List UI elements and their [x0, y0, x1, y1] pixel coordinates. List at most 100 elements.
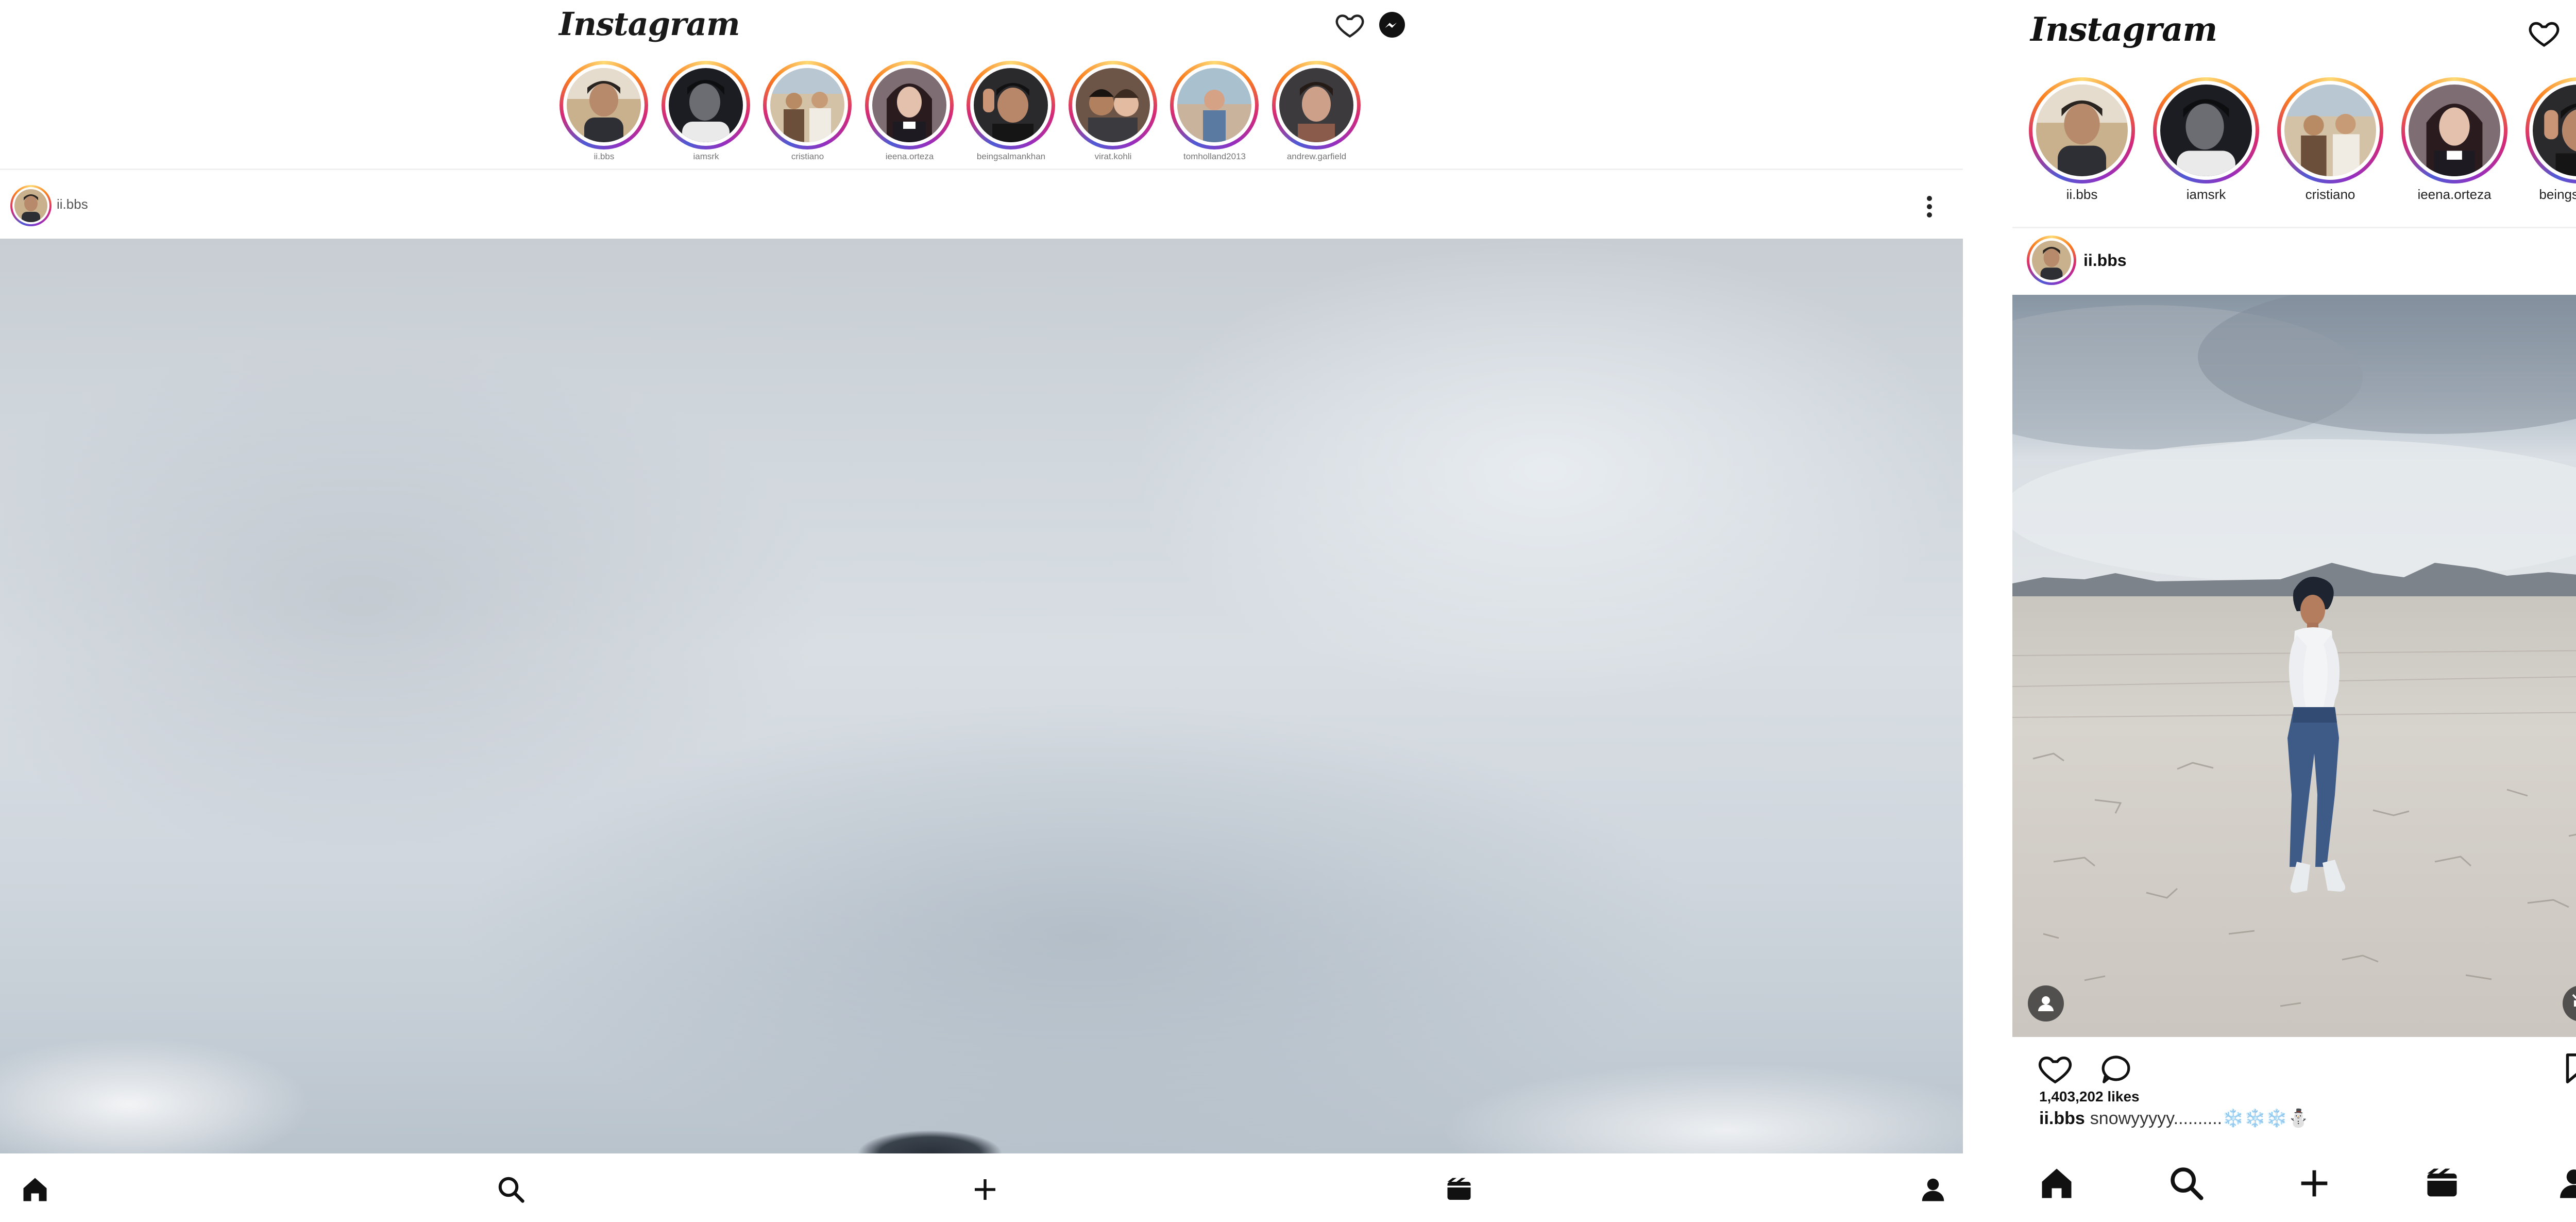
story-avatar: [2409, 85, 2500, 176]
story-avatar: [669, 68, 743, 142]
post-photo[interactable]: [2012, 295, 2576, 1037]
story-ring: [2526, 77, 2576, 183]
muted-icon[interactable]: [2563, 985, 2576, 1022]
story-ring-gap: [1072, 64, 1154, 146]
story-avatar: [974, 68, 1048, 142]
heart-icon[interactable]: [1334, 9, 1365, 40]
profile-icon[interactable]: [1918, 1174, 1948, 1205]
story-ring: [2153, 77, 2259, 183]
wide-post-header: ii.bbs: [0, 177, 1963, 239]
more-options-icon[interactable]: [1917, 191, 1942, 222]
story-ring-gap: [970, 64, 1052, 146]
post-avatar-ring[interactable]: [2027, 236, 2076, 285]
story-avatar: [770, 68, 844, 142]
story-ring: [662, 61, 750, 149]
story-item[interactable]: ii.bbs: [2029, 77, 2135, 206]
tag-user-icon[interactable]: [2028, 985, 2064, 1022]
instagram-logo[interactable]: Instagram: [559, 5, 740, 43]
wide-bottom-nav: [0, 1153, 1963, 1222]
profile-icon[interactable]: [2554, 1164, 2576, 1203]
story-ring: [2029, 77, 2135, 183]
save-icon[interactable]: [2558, 1050, 2576, 1086]
story-item[interactable]: tomholland2013: [1170, 61, 1260, 169]
story-ring-gap: [665, 64, 747, 146]
phone-feed-view: Instagram ii.bbs iamsrk cristiano ieena.…: [2012, 0, 2576, 1222]
search-icon[interactable]: [496, 1174, 527, 1205]
story-item[interactable]: cristiano: [762, 61, 853, 169]
story-avatar: [2533, 85, 2576, 176]
comment-icon[interactable]: [2098, 1050, 2134, 1086]
wide-stories-tray: ii.bbs iamsrk cristiano ieena.orteza bei…: [559, 61, 1373, 169]
story-ring-gap: [2157, 81, 2256, 180]
post-avatar-ring[interactable]: [10, 185, 52, 226]
post-username[interactable]: ii.bbs: [2083, 251, 2127, 270]
create-icon[interactable]: [970, 1174, 1001, 1205]
phone-bottom-nav: [2012, 1148, 2576, 1222]
heart-icon[interactable]: [2528, 16, 2561, 49]
story-ring-gap: [2032, 81, 2131, 180]
wide-header: Instagram ii.bbs iamsrk cristiano ieena.…: [0, 0, 1963, 170]
story-item[interactable]: iamsrk: [2153, 77, 2259, 206]
story-avatar: [2160, 85, 2252, 176]
story-item[interactable]: ii.bbs: [559, 61, 649, 169]
avatar: [2032, 241, 2071, 280]
post-photo-scene: [2012, 295, 2576, 1037]
post-photo[interactable]: [0, 239, 1963, 1153]
story-ring: [763, 61, 852, 149]
post-username[interactable]: ii.bbs: [57, 196, 88, 212]
post-actions-bar: [2012, 1037, 2576, 1094]
post-avatar-gap: [12, 187, 49, 224]
post-avatar-gap: [2029, 238, 2074, 282]
story-ring-gap: [2281, 81, 2380, 180]
story-ring-gap: [2529, 81, 2576, 180]
story-item[interactable]: cristiano: [2277, 77, 2383, 206]
story-item[interactable]: ieena.orteza: [865, 61, 955, 169]
story-ring-gap: [2405, 81, 2504, 180]
caption-emoji: ❄️❄️❄️⛄: [2222, 1109, 2310, 1128]
story-item[interactable]: virat.kohli: [1068, 61, 1158, 169]
reels-icon[interactable]: [2422, 1164, 2462, 1203]
caption-username[interactable]: ii.bbs: [2039, 1109, 2085, 1128]
story-item[interactable]: ieena.orteza: [2401, 77, 2507, 206]
story-username: ieena.orteza: [2417, 187, 2492, 202]
phone-post-header: ii.bbs: [2012, 227, 2576, 294]
story-item[interactable]: beingsalmanl: [2526, 77, 2576, 206]
story-ring: [2401, 77, 2507, 183]
story-ring-gap: [563, 64, 645, 146]
create-icon[interactable]: [2295, 1164, 2334, 1203]
instagram-logo[interactable]: Instagram: [2030, 10, 2217, 49]
story-avatar: [1279, 68, 1353, 142]
story-ring-gap: [767, 64, 848, 146]
story-ring: [560, 61, 648, 149]
story-item[interactable]: iamsrk: [661, 61, 751, 169]
story-username: ii.bbs: [2066, 187, 2098, 202]
like-icon[interactable]: [2037, 1050, 2073, 1086]
story-item[interactable]: andrew.garfield: [1272, 61, 1362, 169]
story-ring-gap: [1276, 64, 1357, 146]
post-caption: ii.bbs snowyyyyy..........❄️❄️❄️⛄: [2039, 1108, 2309, 1129]
story-username: andrew.garfield: [1286, 152, 1347, 161]
story-ring: [967, 61, 1055, 149]
caption-text: snowyyyyy..........: [2090, 1109, 2223, 1128]
wide-feed-view: Instagram ii.bbs iamsrk cristiano ieena.…: [0, 0, 1963, 1222]
story-ring-gap: [869, 64, 950, 146]
story-username: iamsrk: [2186, 187, 2226, 202]
home-icon[interactable]: [2037, 1164, 2076, 1203]
sky-highlight: [1133, 239, 1958, 702]
story-avatar: [2284, 85, 2376, 176]
story-avatar: [567, 68, 641, 142]
story-avatar: [2036, 85, 2128, 176]
story-avatar: [1076, 68, 1150, 142]
story-item[interactable]: beingsalmankhan: [966, 61, 1056, 169]
reels-icon[interactable]: [1444, 1174, 1475, 1205]
story-ring: [865, 61, 954, 149]
messenger-icon[interactable]: [1377, 9, 1408, 40]
story-ring-gap: [1174, 64, 1255, 146]
like-count[interactable]: 1,403,202 likes: [2039, 1089, 2140, 1105]
phone-stories-tray: ii.bbs iamsrk cristiano ieena.orteza bei…: [2029, 77, 2576, 206]
home-icon[interactable]: [20, 1174, 50, 1205]
search-icon[interactable]: [2167, 1164, 2206, 1203]
app-root: Instagram ii.bbs iamsrk cristiano ieena.…: [0, 0, 2576, 1222]
story-avatar: [872, 68, 946, 142]
story-username: beingsalmanl: [2539, 187, 2576, 202]
